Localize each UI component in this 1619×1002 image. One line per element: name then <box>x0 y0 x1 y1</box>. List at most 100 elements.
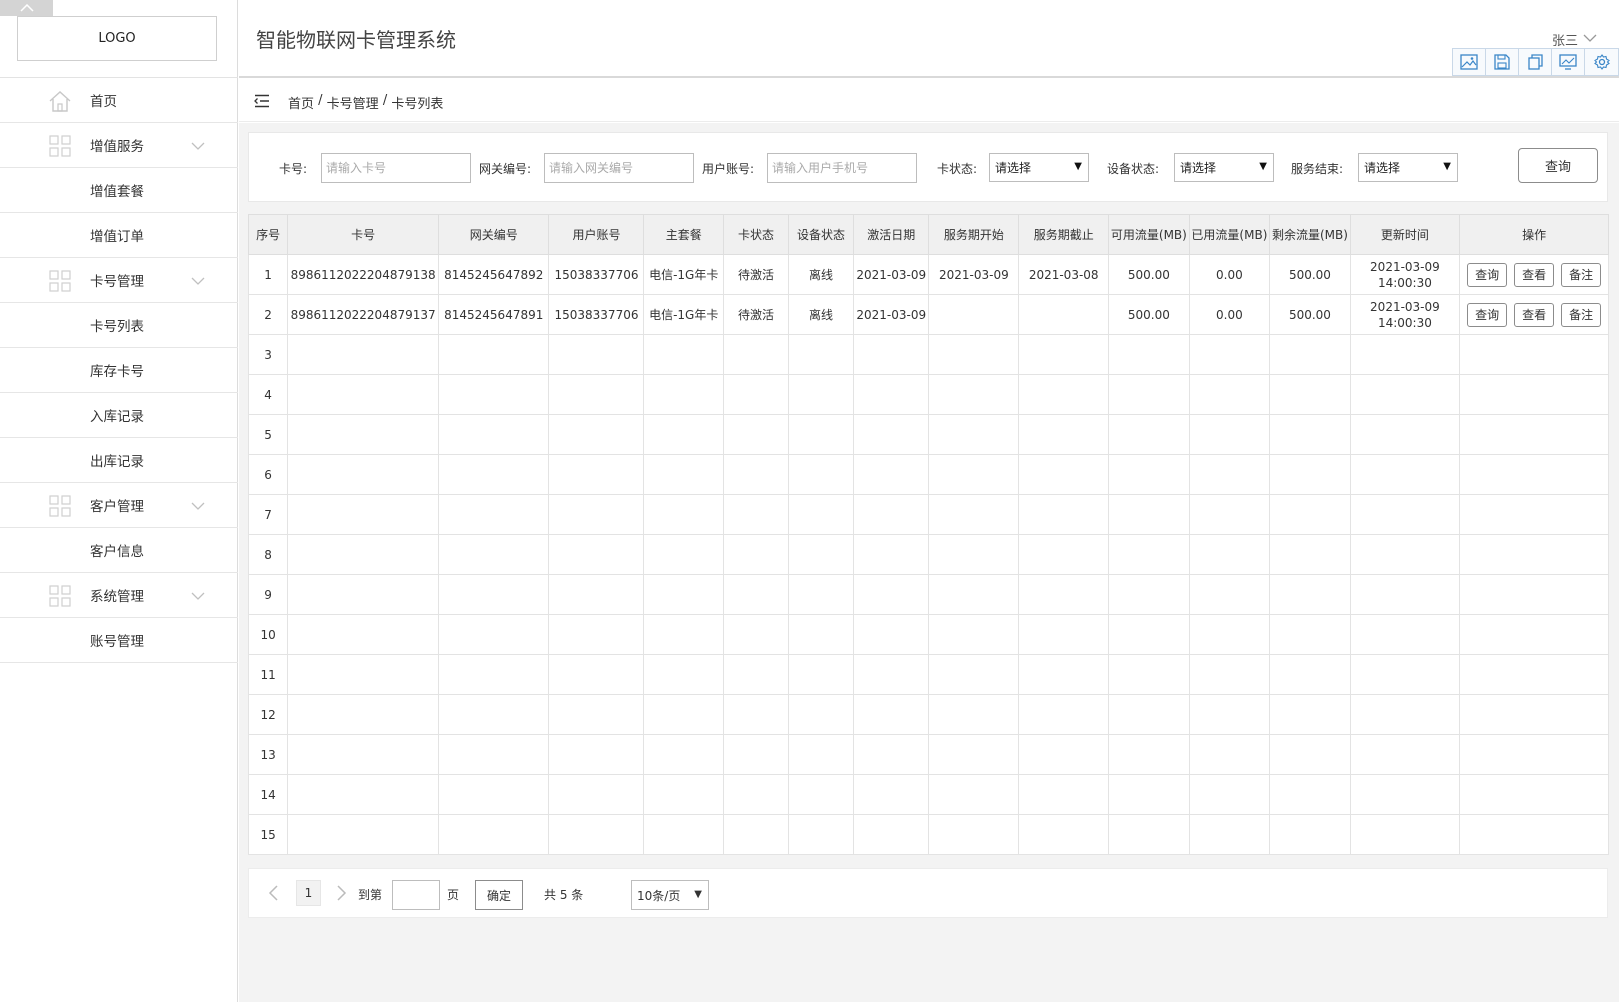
table-cell: 4 <box>247 374 289 415</box>
page-jump-input[interactable] <box>392 880 440 910</box>
table-cell <box>437 734 550 775</box>
sidebar-item-label: 首页 <box>90 94 117 110</box>
chevron-right-icon[interactable] <box>334 884 348 902</box>
table-cell <box>722 494 790 535</box>
remark-button[interactable]: 备注 <box>1561 262 1602 287</box>
sidebar-item-label: 入库记录 <box>90 409 144 425</box>
table-row: 7 <box>247 494 1609 535</box>
user-account-input[interactable] <box>767 153 917 183</box>
table-cell <box>788 454 855 495</box>
column-header: 服务期截止 <box>1018 214 1110 255</box>
table-cell <box>1269 414 1351 455</box>
table-cell <box>1188 694 1271 735</box>
table-row: 8 <box>247 534 1609 575</box>
actions-cell <box>1459 694 1609 735</box>
table-cell <box>788 614 855 655</box>
table-cell <box>1188 614 1271 655</box>
image-icon[interactable] <box>1453 49 1486 75</box>
table-cell <box>1269 334 1351 375</box>
device-status-select[interactable]: 请选择 ▼ <box>1174 153 1274 182</box>
update-time-cell: 2021-03-09 14:00:30 <box>1349 294 1461 335</box>
chevron-left-icon[interactable] <box>267 884 281 902</box>
table-cell <box>928 494 1020 535</box>
card-table: 序号 卡号 网关编号 用户账号 主套餐 卡状态 设备状态 激活日期 服务期开始 服务期截止 可用流量… <box>247 214 1609 855</box>
table-cell <box>1108 574 1190 615</box>
table-cell: 500.00 <box>1108 254 1190 295</box>
table-cell <box>548 334 645 375</box>
confirm-button[interactable]: 确定 <box>475 880 523 910</box>
sidebar-item-value-orders[interactable]: 增值订单 <box>0 213 238 258</box>
table-cell <box>1108 814 1190 855</box>
table-cell <box>1018 814 1110 855</box>
breadcrumb-section[interactable]: 卡号管理 <box>327 93 379 112</box>
table-cell <box>722 414 790 455</box>
table-cell <box>437 614 550 655</box>
sidebar-item-customer-management[interactable]: 客户管理 <box>0 483 238 528</box>
sidebar-item-label: 增值服务 <box>90 139 144 155</box>
page-number[interactable]: 1 <box>296 880 321 906</box>
table-cell <box>1018 454 1110 495</box>
table-cell <box>853 614 930 655</box>
table-cell <box>1188 534 1271 575</box>
breadcrumb: 首页 / 卡号管理 / 卡号列表 <box>288 93 443 112</box>
table-cell <box>437 654 550 695</box>
total-count: 共 5 条 <box>544 888 584 902</box>
breadcrumb-home[interactable]: 首页 <box>288 93 314 112</box>
table-cell <box>548 654 645 695</box>
table-cell: 0.00 <box>1188 294 1271 335</box>
sidebar-item-value-packages[interactable]: 增值套餐 <box>0 168 238 213</box>
sidebar-item-outbound-records[interactable]: 出库记录 <box>0 438 238 483</box>
collapse-tab[interactable] <box>0 0 53 16</box>
table-cell <box>853 774 930 815</box>
sidebar-item-home[interactable]: 首页 <box>0 78 238 123</box>
chevron-down-icon <box>190 138 206 154</box>
view-button[interactable]: 查看 <box>1514 302 1555 327</box>
copy-icon[interactable] <box>1519 49 1552 75</box>
page-size-select[interactable]: 10条/页 ▼ <box>631 880 709 910</box>
table-cell <box>1188 334 1271 375</box>
table-cell <box>1269 734 1351 775</box>
card-status-select[interactable]: 请选择 ▼ <box>989 153 1089 182</box>
gateway-number-input[interactable] <box>544 153 694 183</box>
table-cell <box>722 774 790 815</box>
update-time-cell <box>1349 774 1461 815</box>
user-menu[interactable]: 张三 <box>1552 30 1578 49</box>
card-number-input[interactable] <box>321 153 471 183</box>
view-button[interactable]: 查看 <box>1514 262 1555 287</box>
sidebar-item-value-added[interactable]: 增值服务 <box>0 123 238 168</box>
table-cell <box>788 814 855 855</box>
sidebar-item-system-management[interactable]: 系统管理 <box>0 573 238 618</box>
sidebar-item-card-list[interactable]: 卡号列表 <box>0 303 238 348</box>
table-cell <box>1269 814 1351 855</box>
select-value: 请选择 <box>1364 161 1401 175</box>
table-cell <box>928 374 1020 415</box>
table-row: 1 8986112022204879138 8145245647892 1503833… <box>247 254 1609 295</box>
gear-icon[interactable] <box>1585 49 1618 75</box>
sidebar-item-inbound-records[interactable]: 入库记录 <box>0 393 238 438</box>
query-button[interactable]: 查询 <box>1518 148 1598 183</box>
table-cell <box>287 494 439 535</box>
menu-toggle-icon[interactable] <box>254 94 270 108</box>
chevron-down-icon[interactable] <box>1583 32 1597 44</box>
update-date: 2021-03-09 <box>1370 259 1440 274</box>
query-button[interactable]: 查询 <box>1467 302 1508 327</box>
save-icon[interactable] <box>1486 49 1519 75</box>
table-row: 11 <box>247 654 1609 695</box>
update-time-cell: 2021-03-09 14:00:30 <box>1349 254 1461 295</box>
sidebar-item-card-management[interactable]: 卡号管理 <box>0 258 238 303</box>
table-cell <box>853 574 930 615</box>
table-cell <box>1269 614 1351 655</box>
sidebar-item-account-management[interactable]: 账号管理 <box>0 618 238 663</box>
sidebar-item-label: 卡号列表 <box>90 319 144 335</box>
table-cell: 500.00 <box>1269 294 1351 335</box>
table-row: 2 8986112022204879137 8145245647891 1503833… <box>247 294 1609 335</box>
service-end-select[interactable]: 请选择 ▼ <box>1358 153 1458 182</box>
sidebar-item-customer-info[interactable]: 客户信息 <box>0 528 238 573</box>
sidebar-item-stock-cards[interactable]: 库存卡号 <box>0 348 238 393</box>
table-cell <box>788 414 855 455</box>
query-button[interactable]: 查询 <box>1467 262 1508 287</box>
logo[interactable]: LOGO <box>17 16 217 61</box>
remark-button[interactable]: 备注 <box>1561 302 1602 327</box>
screen-icon[interactable] <box>1552 49 1585 75</box>
table-cell <box>722 374 790 415</box>
